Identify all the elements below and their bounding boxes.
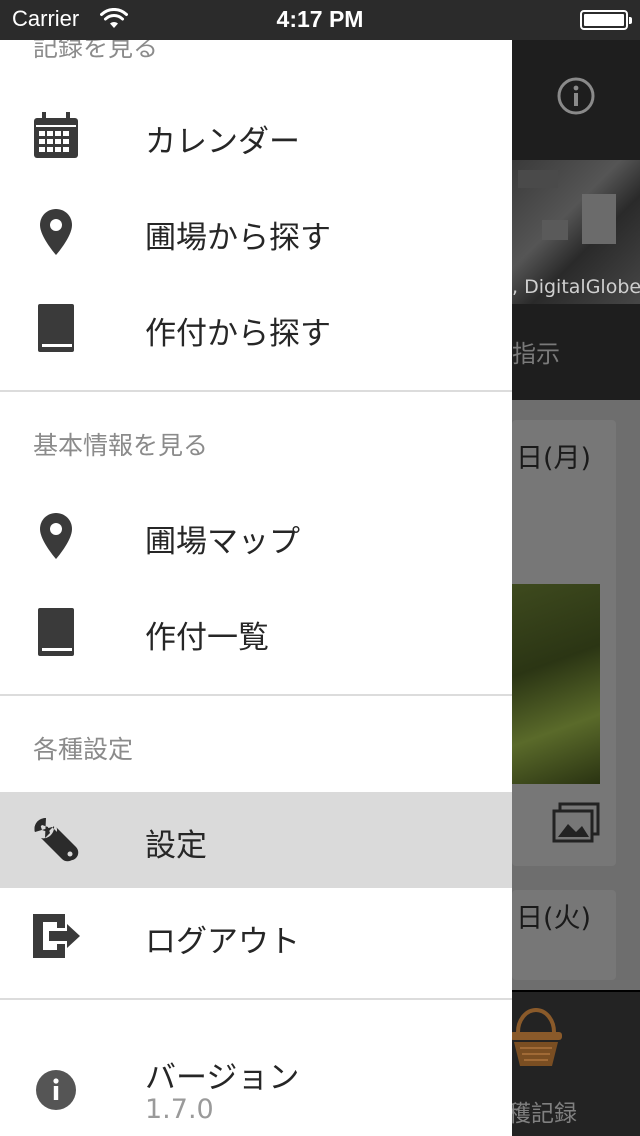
section-header-basic-info: 基本情報を見る	[33, 431, 209, 460]
tab-label: 穫記録	[508, 1101, 577, 1127]
menu-item-search-by-crop[interactable]: 作付から探す	[0, 280, 512, 376]
book-icon	[28, 304, 84, 352]
map-pin-icon	[28, 512, 84, 560]
divider	[0, 390, 512, 392]
section-header-records: 記録を見る	[33, 40, 159, 62]
logout-icon	[28, 912, 84, 960]
menu-item-settings[interactable]: 設定	[0, 792, 512, 888]
display-label: 指示	[512, 340, 560, 368]
menu-item-search-by-field[interactable]: 圃場から探す	[0, 184, 512, 280]
menu-label: 設定	[145, 828, 207, 864]
menu-label: 圃場から探す	[145, 220, 331, 256]
menu-item-field-map[interactable]: 圃場マップ	[0, 488, 512, 584]
section-header-settings: 各種設定	[33, 735, 134, 764]
basket-icon[interactable]	[508, 1004, 564, 1068]
battery-icon	[580, 10, 632, 30]
menu-label: 作付から探す	[145, 316, 331, 352]
version-number: 1.7.0	[145, 1094, 214, 1125]
divider	[0, 694, 512, 696]
version-label: バージョン	[145, 1060, 300, 1096]
status-bar: Carrier 4:17 PM	[0, 0, 640, 40]
gallery-icon[interactable]	[552, 802, 600, 844]
map-pin-icon	[28, 208, 84, 256]
menu-label: ログアウト	[145, 924, 300, 960]
map-credit: , DigitalGlobe	[512, 276, 640, 298]
wrench-icon	[28, 816, 84, 864]
book-icon	[28, 608, 84, 656]
navigation-drawer: 記録を見る カレンダー 圃場から探す 作付から探す 基本情報を見る 圃場マップ …	[0, 40, 512, 1136]
clock: 4:17 PM	[276, 6, 364, 32]
info-icon	[28, 1066, 84, 1114]
menu-item-crop-list[interactable]: 作付一覧	[0, 584, 512, 680]
info-icon[interactable]	[556, 76, 596, 116]
menu-item-calendar[interactable]: カレンダー	[0, 88, 512, 184]
menu-label: 作付一覧	[145, 620, 269, 656]
menu-item-logout[interactable]: ログアウト	[0, 888, 512, 984]
calendar-icon	[28, 112, 84, 160]
menu-label: カレンダー	[145, 124, 300, 160]
record-date: 日(火)	[516, 903, 592, 934]
divider	[0, 998, 512, 1000]
record-photo[interactable]	[512, 584, 600, 784]
record-date: 日(月)	[516, 443, 592, 474]
menu-item-version: バージョン	[0, 1040, 512, 1136]
menu-label: 圃場マップ	[145, 524, 300, 560]
